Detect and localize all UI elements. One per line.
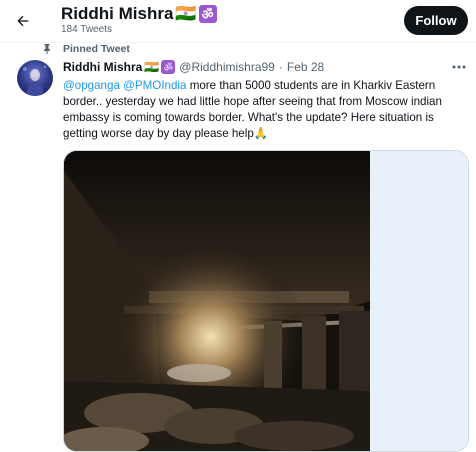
pinned-tweet-label: Pinned Tweet [41, 42, 130, 56]
more-icon [452, 65, 466, 69]
profile-name: Riddhi Mishra [61, 4, 174, 23]
profile-name-row: Riddhi Mishra 🇮🇳 ॐ [61, 4, 217, 24]
author-name[interactable]: Riddhi Mishra [63, 60, 142, 74]
more-options-button[interactable] [451, 60, 467, 74]
arrow-left-icon [17, 15, 29, 27]
basement-shelter-image [64, 151, 370, 451]
mention-link[interactable]: @opganga [63, 79, 120, 92]
tweet-photo[interactable] [64, 151, 370, 451]
media-placeholder [370, 151, 468, 451]
follow-button[interactable]: Follow [404, 6, 468, 35]
author-handle[interactable]: @Riddhimishra99 [179, 60, 275, 74]
avatar-image [23, 65, 47, 96]
om-icon: ॐ [198, 5, 217, 23]
back-button[interactable] [9, 7, 37, 35]
tweet-media[interactable] [63, 150, 469, 452]
pin-icon [44, 44, 50, 55]
pinned-text: Pinned Tweet [63, 43, 130, 55]
india-flag-icon: 🇮🇳 [175, 4, 197, 23]
tweet-date[interactable]: Feb 28 [287, 60, 324, 74]
separator-dot: · [278, 60, 283, 74]
avatar[interactable] [17, 60, 53, 96]
tweet-author-row: Riddhi Mishra 🇮🇳 ॐ @Riddhimishra99 · Feb… [63, 58, 324, 76]
tweet-text: @opganga @PMOIndia more than 5000 studen… [63, 78, 465, 142]
tweet-count: 184 Tweets [61, 24, 112, 35]
om-icon: ॐ [161, 60, 176, 74]
profile-header: Riddhi Mishra 🇮🇳 ॐ 184 Tweets Follow [0, 0, 476, 43]
folded-hands-icon: 🙏 [253, 127, 269, 140]
india-flag-icon: 🇮🇳 [144, 60, 160, 74]
mention-link[interactable]: @PMOIndia [123, 79, 186, 92]
tweet-body: more than 5000 students are in Kharkiv E… [63, 79, 442, 140]
